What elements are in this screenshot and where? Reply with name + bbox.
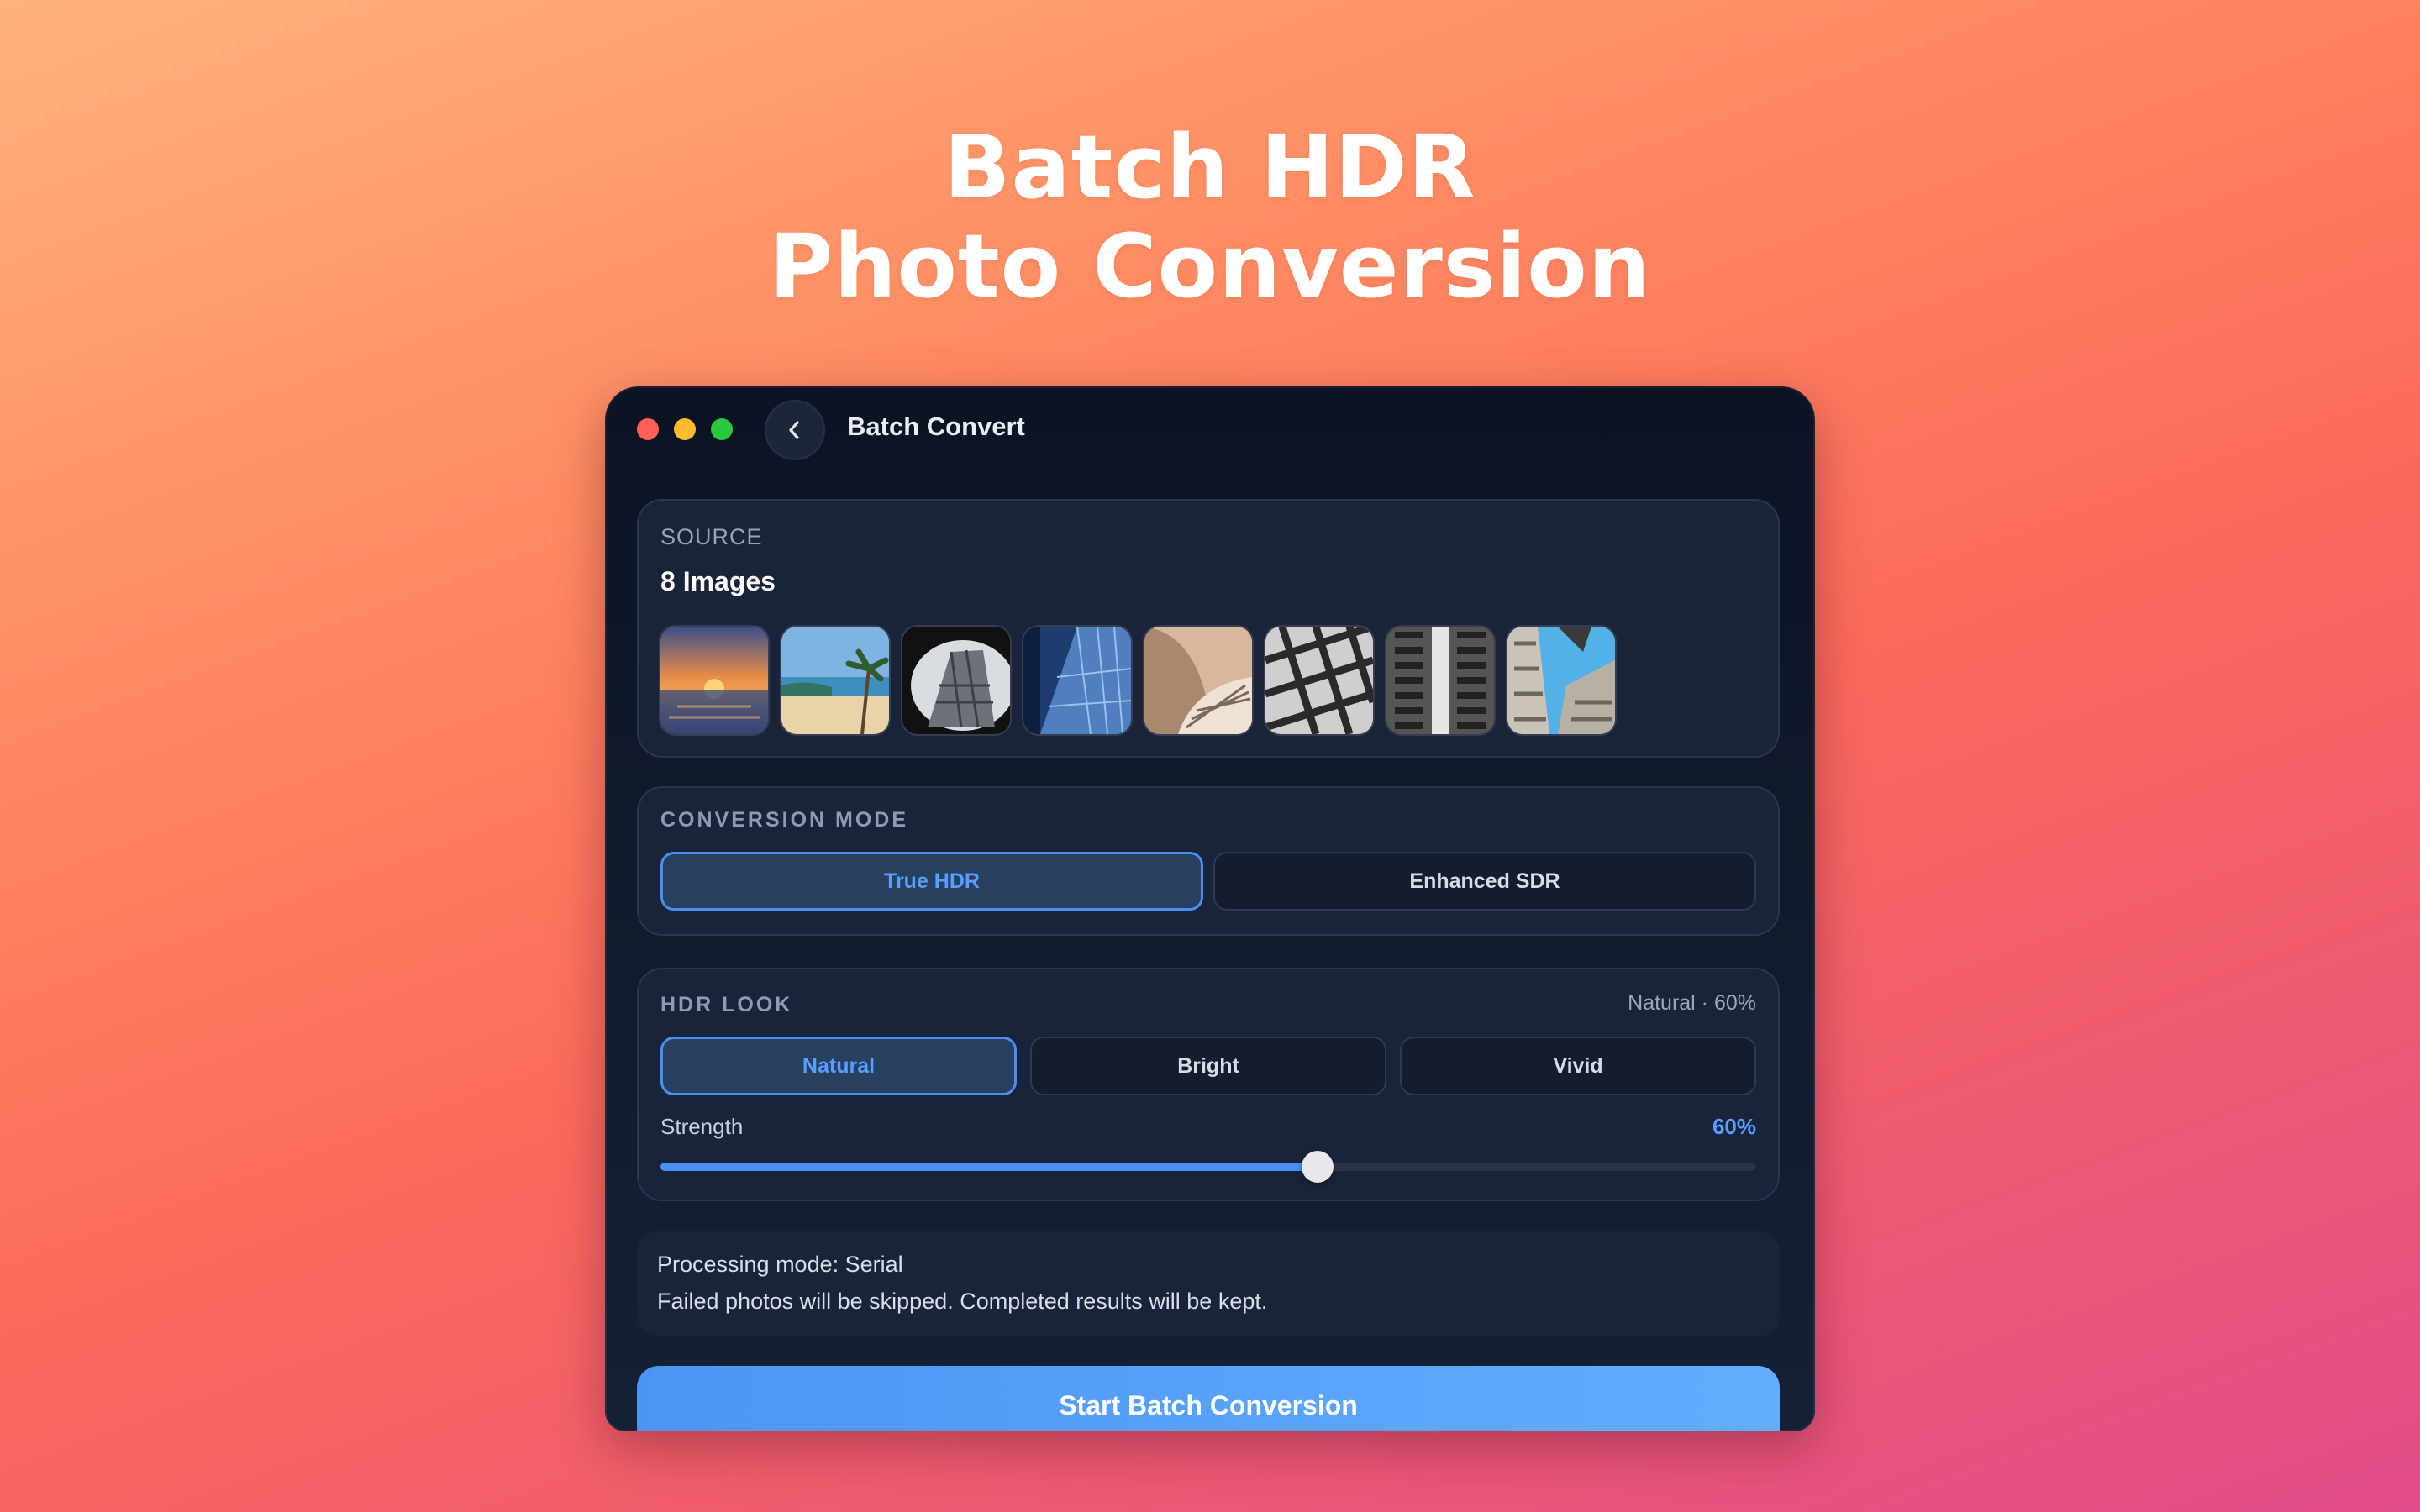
thumbnail-building-fisheye[interactable]	[902, 627, 1010, 734]
app-window: Batch Convert SOURCE 8 Images CONVERSION…	[605, 386, 1815, 1431]
mode-enhanced-sdr-button[interactable]: Enhanced SDR	[1213, 852, 1756, 911]
conversion-mode-label: CONVERSION MODE	[660, 808, 909, 832]
thumbnail-sunset-sea[interactable]	[660, 627, 768, 734]
thumbnail-tropical-beach[interactable]	[781, 627, 889, 734]
strength-slider[interactable]	[660, 1151, 1756, 1183]
thumbnail-strip	[660, 627, 1615, 734]
hdr-look-card: HDR LOOK Natural · 60% Natural Bright Vi…	[637, 968, 1780, 1201]
thumbnail-bw-grid-facade[interactable]	[1265, 627, 1373, 734]
start-batch-conversion-button[interactable]: Start Batch Conversion	[637, 1366, 1780, 1431]
strength-value: 60%	[1712, 1114, 1756, 1139]
thumbnail-glass-skyscraper[interactable]	[1023, 627, 1131, 734]
close-window-button[interactable]	[637, 418, 659, 440]
processing-mode-text: Processing mode: Serial	[657, 1252, 903, 1277]
conversion-mode-card: CONVERSION MODE True HDR Enhanced SDR	[637, 786, 1780, 936]
look-bright-button[interactable]: Bright	[1030, 1037, 1386, 1095]
chevron-left-icon	[789, 421, 799, 439]
mode-true-hdr-button[interactable]: True HDR	[660, 852, 1203, 911]
minimize-window-button[interactable]	[674, 418, 696, 440]
thumbnail-skyward-buildings[interactable]	[1507, 627, 1615, 734]
processing-info: Processing mode: Serial Failed photos wi…	[637, 1231, 1780, 1336]
headline-line-2: Photo Conversion	[769, 215, 1651, 318]
strength-slider-thumb[interactable]	[1302, 1151, 1334, 1183]
source-label: SOURCE	[660, 524, 763, 549]
strength-label: Strength	[660, 1114, 744, 1139]
zoom-window-button[interactable]	[711, 418, 733, 440]
back-button[interactable]	[765, 400, 825, 460]
strength-slider-fill	[660, 1163, 1318, 1171]
look-vivid-button[interactable]: Vivid	[1400, 1037, 1756, 1095]
hdr-look-label: HDR LOOK	[660, 993, 793, 1016]
thumbnail-bw-tower[interactable]	[1386, 627, 1494, 734]
headline: Batch HDR Photo Conversion	[0, 118, 2420, 316]
source-card: SOURCE 8 Images	[637, 499, 1780, 758]
look-natural-button[interactable]: Natural	[660, 1037, 1017, 1095]
title-bar: Batch Convert	[605, 386, 1815, 480]
thumbnail-spiral-staircase[interactable]	[1144, 627, 1252, 734]
image-count: 8 Images	[660, 566, 776, 596]
hdr-look-summary: Natural · 60%	[1628, 991, 1756, 1015]
window-title: Batch Convert	[847, 412, 1025, 441]
headline-line-1: Batch HDR	[944, 116, 1476, 218]
failure-note-text: Failed photos will be skipped. Completed…	[657, 1289, 1268, 1314]
